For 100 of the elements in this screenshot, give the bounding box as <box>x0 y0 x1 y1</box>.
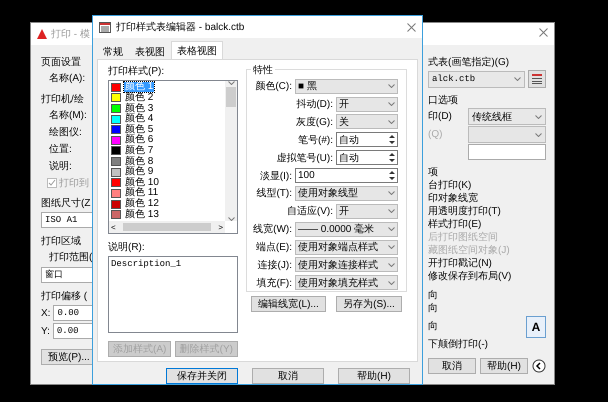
property-label: 虚拟笔号(U): <box>276 152 333 165</box>
property-button[interactable]: 编辑线宽(L)... <box>251 296 326 312</box>
caret-icon <box>388 245 395 250</box>
option-label[interactable]: 样式打印(E) <box>428 219 546 231</box>
spin-field[interactable]: 自动 <box>336 132 398 148</box>
list-item[interactable]: 颜色 10 <box>124 178 160 188</box>
app-logo-icon <box>37 29 47 39</box>
tab[interactable]: 常规 <box>97 43 129 59</box>
spinner-arrows-icon[interactable] <box>389 170 395 182</box>
dropdown-field[interactable]: 开 <box>336 96 398 112</box>
scroll-right-arrow[interactable]: > <box>218 222 223 232</box>
input-field[interactable]: 0.00 <box>53 305 93 321</box>
option-label[interactable]: 开打印戳记(N) <box>428 258 546 270</box>
list-item[interactable]: 颜色 11 <box>124 188 160 198</box>
list-item[interactable]: 颜色 5 <box>124 124 154 135</box>
field-label: 名称(A): <box>48 72 86 86</box>
dropdown-field[interactable]: 使用对象填充样式 <box>295 275 398 290</box>
input-field[interactable]: 0.00 <box>52 323 93 339</box>
dropdown-field[interactable]: 使用对象端点样式 <box>295 240 398 255</box>
option-label[interactable]: 台打印(K) <box>428 180 546 192</box>
scrollbar-thumb[interactable] <box>123 223 211 231</box>
dropdown-field[interactable]: alck.ctb <box>428 70 525 88</box>
list-item[interactable]: 颜色 9 <box>124 167 154 178</box>
description-label: 说明(R): <box>108 241 146 254</box>
close-icon[interactable] <box>407 22 416 32</box>
field-label: 名称(M): <box>48 109 88 123</box>
property-label: 线型(T): <box>256 186 292 200</box>
list-item[interactable]: 颜色 7 <box>124 146 154 156</box>
property-label: 灰度(G): <box>296 116 333 129</box>
list-label: 打印样式(P): <box>108 64 166 78</box>
tab[interactable]: 表格视图 <box>171 41 223 59</box>
caret-icon <box>388 262 395 267</box>
list-item[interactable]: 颜色 6 <box>124 135 154 146</box>
dropdown-field[interactable]: 关 <box>336 114 398 130</box>
dropdown-field[interactable]: 使用对象线型 <box>295 186 398 201</box>
edit-table-icon[interactable] <box>528 70 546 88</box>
option-label[interactable]: 用透明度打印(T) <box>428 206 546 218</box>
spin-field[interactable]: 100 <box>295 168 398 184</box>
field-label: (Q) <box>428 128 442 140</box>
horizontal-scrollbar[interactable]: < > <box>109 221 225 233</box>
input-field[interactable] <box>468 144 546 160</box>
property-label: 抖动(D): <box>296 98 333 112</box>
option-label[interactable]: 向 <box>428 303 546 315</box>
option-label[interactable]: 向 <box>428 321 438 333</box>
dropdown-field[interactable]: 使用对象连接样式 <box>295 257 398 272</box>
list-item[interactable]: 颜色 8 <box>124 156 154 167</box>
section-label: 打印偏移 ( <box>41 290 88 303</box>
spinner-arrows-icon[interactable] <box>389 134 395 146</box>
dropdown-field[interactable]: 传统线框 <box>468 108 546 125</box>
caret-icon <box>388 191 395 196</box>
dropdown-field[interactable]: —— 0.0000 毫米 <box>295 222 398 237</box>
list-item[interactable]: 颜色 2 <box>124 92 154 103</box>
scroll-left-arrow[interactable]: < <box>111 222 116 232</box>
caret-icon <box>388 227 395 232</box>
vertical-scrollbar[interactable] <box>225 81 237 221</box>
section-label: 向 <box>428 289 439 302</box>
dropdown-field[interactable] <box>468 126 546 143</box>
section-label: 打印区域 <box>41 234 82 248</box>
option-label[interactable]: 印对象线宽 <box>428 193 546 205</box>
section-label: 项 <box>428 166 439 179</box>
spinner-arrows-icon[interactable] <box>389 152 395 164</box>
property-button[interactable]: 另存为(S)... <box>336 296 402 312</box>
dropdown-field[interactable]: 开 <box>336 204 398 219</box>
window-title: 打印 - 模 <box>51 28 90 41</box>
property-label: 填充(F): <box>256 276 292 290</box>
list-item[interactable]: 颜色 12 <box>124 199 160 209</box>
close-icon[interactable] <box>539 28 548 37</box>
property-label: 连接(J): <box>258 258 292 272</box>
field-label: 说明: <box>48 160 73 174</box>
dialog-button[interactable]: 取消 <box>252 368 324 384</box>
list-item[interactable]: 颜色 13 <box>124 210 160 220</box>
caret-icon <box>388 209 395 214</box>
dropdown-field[interactable]: ■ 黑 <box>295 78 398 94</box>
dialog-button[interactable]: 取消 <box>428 358 476 374</box>
field-label: X: <box>41 308 50 318</box>
dialog-button[interactable]: 帮助(H) <box>338 368 410 384</box>
checkbox[interactable] <box>47 178 57 188</box>
tab[interactable]: 表视图 <box>129 43 171 59</box>
dialog-button[interactable]: 帮助(H) <box>480 358 528 374</box>
scrollbar-thumb[interactable] <box>226 87 236 107</box>
dropdown-field[interactable]: ISO A1 <box>41 212 93 228</box>
dropdown-field[interactable]: 窗口 <box>41 267 93 283</box>
preview-button[interactable]: 预览(P)... <box>41 349 93 365</box>
section-label: 口选项 <box>428 94 459 107</box>
caret-icon <box>388 102 395 106</box>
property-label: 颜色(C): <box>255 80 292 94</box>
spin-field[interactable]: 自动 <box>336 150 398 166</box>
caret-icon <box>228 217 234 221</box>
section-label: 式表(画笔指定)(G) <box>428 56 510 69</box>
option-label[interactable]: 修改保存到布局(V) <box>428 271 546 283</box>
list-item[interactable]: 颜色 3 <box>124 104 154 114</box>
field-label: 打印范围( <box>48 250 93 265</box>
dialog-button[interactable]: 保存并关闭 <box>166 368 238 384</box>
caret-icon <box>388 84 395 88</box>
section-label: 图纸尺寸(Z <box>41 196 92 210</box>
description-field[interactable]: Description_1 <box>108 256 238 333</box>
property-label: 自适应(V): <box>286 204 333 218</box>
property-label: 线宽(W): <box>253 222 292 236</box>
list-item[interactable]: 颜色 4 <box>124 114 154 124</box>
option-label[interactable]: 下颠倒打印(-) <box>428 339 546 351</box>
